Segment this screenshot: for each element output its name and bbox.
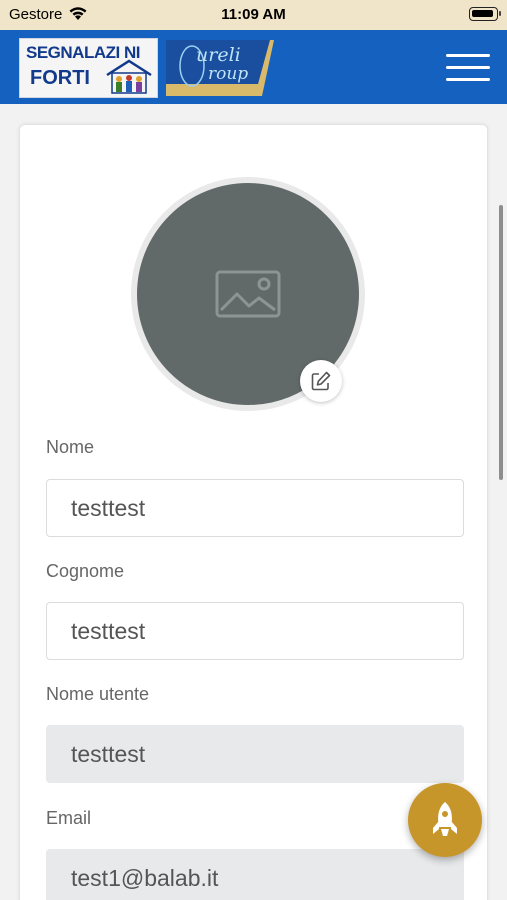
nome-utente-field: [46, 725, 464, 783]
status-time: 11:09 AM: [221, 6, 286, 23]
nome-field[interactable]: [46, 479, 464, 537]
profile-card: Nome Cognome Nome utente Email: [19, 124, 488, 900]
cognome-field[interactable]: [46, 602, 464, 660]
status-bar: Gestore 11:09 AM: [0, 0, 507, 30]
logo-partner-line2: roup: [208, 64, 249, 84]
nome-label: Nome: [46, 437, 95, 457]
edit-icon: [311, 371, 331, 391]
rocket-icon: [433, 802, 457, 836]
edit-avatar-button[interactable]: [300, 360, 342, 402]
battery-icon: [469, 7, 501, 21]
rocket-fab-button[interactable]: [408, 783, 482, 857]
segnalazioni-forti-logo[interactable]: SEGNALAZI NI FORTI: [19, 38, 158, 98]
email-label: Email: [46, 808, 92, 828]
hamburger-menu-icon[interactable]: [446, 54, 490, 82]
app-header: SEGNALAZI NI FORTI ureli roup: [0, 30, 507, 104]
nome-utente-label: Nome utente: [46, 684, 150, 704]
email-field: [46, 849, 464, 900]
cognome-label: Cognome: [46, 561, 125, 581]
scrollbar[interactable]: [499, 205, 503, 480]
avatar-container: [131, 177, 365, 411]
house-people-icon: [106, 59, 152, 94]
logo-partner-line1: ureli: [196, 44, 241, 66]
logo-main-line2: FORTI: [30, 67, 90, 89]
image-placeholder-icon: [215, 270, 281, 318]
